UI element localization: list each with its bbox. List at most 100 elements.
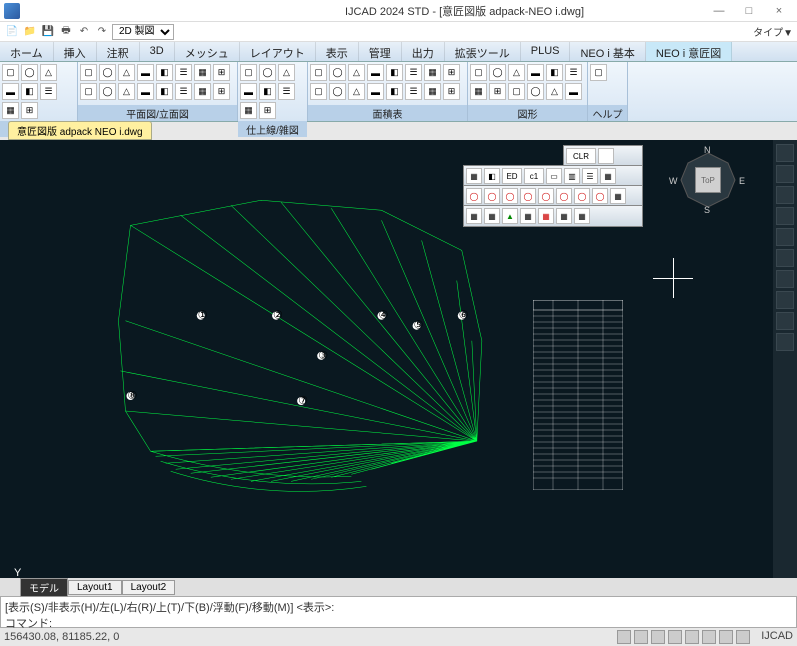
ribbon-tab[interactable]: ホーム	[0, 42, 54, 61]
ribbon-tool-icon[interactable]: ▦	[470, 83, 487, 100]
ribbon-tab[interactable]: 拡張ツール	[445, 42, 521, 61]
tool-icon[interactable]: ▦	[466, 168, 482, 184]
ribbon-tab[interactable]: 出力	[402, 42, 445, 61]
ribbon-tool-icon[interactable]: ⊞	[213, 64, 230, 81]
tool-icon[interactable]	[598, 148, 614, 164]
tool-icon[interactable]: ◯	[520, 188, 536, 204]
ribbon-tool-icon[interactable]: △	[348, 83, 365, 100]
ribbon-tab[interactable]: 表示	[316, 42, 359, 61]
nav-tool-icon[interactable]	[776, 312, 794, 330]
ribbon-tool-icon[interactable]: ◯	[329, 83, 346, 100]
viewcube-n[interactable]: N	[704, 145, 711, 155]
tool-icon[interactable]: ◯	[502, 188, 518, 204]
ribbon-tool-icon[interactable]: ▢	[470, 64, 487, 81]
canvas[interactable]: ① ② ③ ④ ⑤ ⑥ ⑦ ⑧ CLR	[0, 140, 773, 578]
ribbon-tool-icon[interactable]: ⊞	[489, 83, 506, 100]
redo-icon[interactable]: ↷	[94, 24, 110, 40]
ribbon-tool-icon[interactable]: ◯	[99, 83, 116, 100]
ribbon-tool-icon[interactable]: ◯	[489, 64, 506, 81]
ribbon-tool-icon[interactable]: ⊞	[213, 83, 230, 100]
ribbon-tool-icon[interactable]: ▢	[508, 83, 525, 100]
ribbon-tool-icon[interactable]: ▢	[310, 83, 327, 100]
tool-icon[interactable]: ▭	[546, 168, 562, 184]
nav-tool-icon[interactable]	[776, 333, 794, 351]
ribbon-tab[interactable]: レイアウト	[240, 42, 316, 61]
nav-tool-icon[interactable]	[776, 144, 794, 162]
grid-toggle[interactable]	[634, 630, 648, 644]
ribbon-tool-icon[interactable]: ◯	[527, 83, 544, 100]
ribbon-tool-icon[interactable]: ☰	[175, 64, 192, 81]
nav-tool-icon[interactable]	[776, 291, 794, 309]
minimize-button[interactable]: —	[705, 2, 733, 20]
ribbon-tool-icon[interactable]: ◯	[329, 64, 346, 81]
ortho-toggle[interactable]	[651, 630, 665, 644]
ribbon-tool-icon[interactable]: ◧	[386, 64, 403, 81]
ribbon-tab[interactable]: 注釈	[97, 42, 140, 61]
nav-tool-icon[interactable]	[776, 186, 794, 204]
ribbon-tool-icon[interactable]: ☰	[40, 83, 57, 100]
ribbon-tool-icon[interactable]: ⊞	[443, 64, 460, 81]
float-toolbar-clr[interactable]: CLR	[563, 145, 643, 167]
ribbon-tool-icon[interactable]: ▢	[80, 83, 97, 100]
ribbon-tool-icon[interactable]: ◯	[99, 64, 116, 81]
ribbon-tool-icon[interactable]: △	[118, 64, 135, 81]
ribbon-tool-icon[interactable]: ▦	[424, 64, 441, 81]
model-toggle[interactable]	[736, 630, 750, 644]
workspace-select[interactable]: 2D 製図	[112, 24, 174, 40]
tab-layout2[interactable]: Layout2	[122, 580, 176, 595]
osnap-toggle[interactable]	[685, 630, 699, 644]
maximize-button[interactable]: □	[735, 2, 763, 20]
ribbon-tool-icon[interactable]: ▬	[137, 83, 154, 100]
ribbon-tab[interactable]: NEO i 意匠図	[646, 42, 732, 61]
nav-tool-icon[interactable]	[776, 270, 794, 288]
ribbon-tool-icon[interactable]: ▢	[80, 64, 97, 81]
print-icon[interactable]: 🖶	[58, 24, 74, 40]
close-button[interactable]: ×	[765, 2, 793, 20]
ribbon-tool-icon[interactable]: ☰	[175, 83, 192, 100]
viewcube[interactable]: ToP N E S W	[673, 145, 743, 215]
tool-icon[interactable]: ▦	[484, 208, 500, 224]
float-toolbar-2[interactable]: ▦ ◧ ED c1 ▭ ▥ ☰ ▦	[463, 165, 643, 187]
ribbon-tool-icon[interactable]: △	[118, 83, 135, 100]
viewcube-s[interactable]: S	[704, 205, 710, 215]
viewcube-w[interactable]: W	[669, 176, 678, 186]
ribbon-tab[interactable]: 3D	[140, 42, 175, 61]
ribbon-tool-icon[interactable]: ▦	[194, 83, 211, 100]
tool-icon[interactable]: ◯	[484, 188, 500, 204]
ribbon-tool-icon[interactable]: △	[348, 64, 365, 81]
ribbon-tool-icon[interactable]: ▦	[194, 64, 211, 81]
tool-icon[interactable]: ◯	[538, 188, 554, 204]
ribbon-tool-icon[interactable]: ◧	[386, 83, 403, 100]
nav-tool-icon[interactable]	[776, 207, 794, 225]
tool-icon[interactable]: ◯	[592, 188, 608, 204]
c1-button[interactable]: c1	[524, 168, 544, 184]
ribbon-tab[interactable]: PLUS	[521, 42, 571, 61]
ribbon-tab[interactable]: 管理	[359, 42, 402, 61]
ribbon-tool-icon[interactable]: ▢	[590, 64, 607, 81]
ribbon-tool-icon[interactable]: △	[546, 83, 563, 100]
snap-toggle[interactable]	[617, 630, 631, 644]
nav-tool-icon[interactable]	[776, 249, 794, 267]
polar-toggle[interactable]	[668, 630, 682, 644]
ribbon-tool-icon[interactable]: ▬	[137, 64, 154, 81]
clr-button[interactable]: CLR	[566, 148, 596, 164]
ribbon-tool-icon[interactable]: ☰	[405, 83, 422, 100]
nav-tool-icon[interactable]	[776, 228, 794, 246]
ribbon-tool-icon[interactable]: ◯	[21, 64, 38, 81]
ribbon-tool-icon[interactable]: ▦	[424, 83, 441, 100]
tool-icon[interactable]: ▦	[610, 188, 626, 204]
tool-icon[interactable]: ☰	[582, 168, 598, 184]
tool-icon[interactable]: ◯	[466, 188, 482, 204]
viewcube-e[interactable]: E	[739, 176, 745, 186]
tool-icon[interactable]: ▲	[502, 208, 518, 224]
type-label[interactable]: タイプ▼	[753, 24, 793, 39]
undo-icon[interactable]: ↶	[76, 24, 92, 40]
ribbon-tool-icon[interactable]: ▬	[367, 83, 384, 100]
ribbon-tool-icon[interactable]: ⊞	[21, 102, 38, 119]
ed-button[interactable]: ED	[502, 168, 522, 184]
ribbon-tool-icon[interactable]: △	[508, 64, 525, 81]
viewcube-top[interactable]: ToP	[695, 167, 721, 193]
tool-icon[interactable]: ▦	[538, 208, 554, 224]
tool-icon[interactable]: ◯	[574, 188, 590, 204]
ribbon-tool-icon[interactable]: ▢	[240, 64, 257, 81]
